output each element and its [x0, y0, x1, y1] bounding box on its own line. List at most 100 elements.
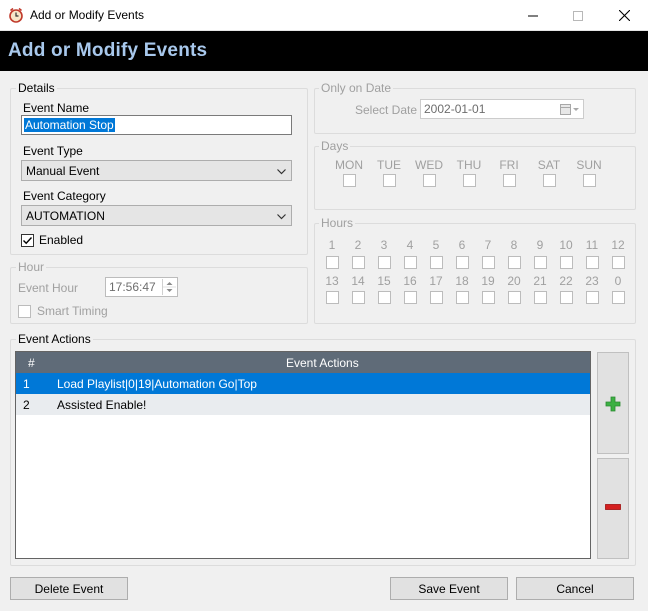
hour-legend: Hour [16, 260, 47, 274]
smart-timing-label: Smart Timing [37, 304, 108, 318]
hour-label-1: 1 [328, 238, 336, 252]
day-checkbox-wed[interactable] [423, 174, 436, 187]
hour-checkbox-14[interactable] [352, 291, 365, 304]
hour-checkbox-21[interactable] [534, 291, 547, 304]
select-date-label: Select Date [355, 103, 418, 117]
date-picker[interactable]: 2002-01-01 [420, 99, 584, 119]
day-checkbox-thu[interactable] [463, 174, 476, 187]
hour-label-5: 5 [432, 238, 440, 252]
minimize-icon [528, 15, 538, 16]
event-type-label: Event Type [23, 144, 83, 158]
hour-checkbox-23[interactable] [586, 291, 599, 304]
hour-label-9: 9 [536, 238, 544, 252]
hour-checkbox-13[interactable] [326, 291, 339, 304]
only-on-date-legend: Only on Date [319, 81, 394, 95]
event-name-label: Event Name [23, 101, 90, 115]
enabled-label: Enabled [39, 233, 84, 247]
day-checkbox-mon[interactable] [343, 174, 356, 187]
column-header-number[interactable]: # [28, 356, 35, 370]
hour-label-23: 23 [585, 274, 599, 288]
chevron-down-icon [277, 214, 286, 220]
hour-checkbox-16[interactable] [404, 291, 417, 304]
cancel-button[interactable]: Cancel [516, 577, 634, 600]
details-legend: Details [16, 81, 57, 95]
column-header-event-actions[interactable]: Event Actions [286, 356, 359, 370]
day-label-sat: SAT [537, 158, 561, 172]
hour-label-17: 17 [429, 274, 443, 288]
smart-timing-checkbox[interactable] [18, 305, 31, 318]
day-label-thu: THU [456, 158, 482, 172]
event-actions-legend: Event Actions [16, 332, 93, 346]
hour-checkbox-22[interactable] [560, 291, 573, 304]
chevron-down-icon [277, 169, 286, 175]
hour-checkbox-7[interactable] [482, 256, 495, 269]
hour-checkbox-0[interactable] [612, 291, 625, 304]
table-row[interactable]: 2 Assisted Enable! [16, 394, 590, 415]
hour-checkbox-17[interactable] [430, 291, 443, 304]
hour-label-14: 14 [351, 274, 365, 288]
hour-label-18: 18 [455, 274, 469, 288]
hour-checkbox-15[interactable] [378, 291, 391, 304]
event-name-value: Automation Stop [24, 118, 115, 132]
remove-action-button[interactable] [597, 458, 629, 559]
hour-label-11: 11 [585, 238, 599, 252]
table-row[interactable]: 1 Load Playlist|0|19|Automation Go|Top [16, 373, 590, 394]
day-label-fri: FRI [499, 158, 519, 172]
hour-checkbox-20[interactable] [508, 291, 521, 304]
minimize-button[interactable] [510, 0, 556, 31]
save-event-button[interactable]: Save Event [390, 577, 508, 600]
enabled-checkbox[interactable] [21, 234, 34, 247]
maximize-button[interactable] [555, 0, 601, 31]
alarm-clock-icon [8, 7, 24, 23]
hour-label-2: 2 [354, 238, 362, 252]
day-checkbox-tue[interactable] [383, 174, 396, 187]
minus-icon [605, 504, 621, 510]
hour-checkbox-18[interactable] [456, 291, 469, 304]
close-icon [618, 10, 630, 21]
event-type-select[interactable]: Manual Event [21, 160, 292, 181]
event-category-label: Event Category [23, 189, 106, 203]
day-label-wed: WED [415, 158, 443, 172]
close-button[interactable] [601, 0, 647, 31]
day-label-tue: TUE [377, 158, 401, 172]
event-category-value: AUTOMATION [26, 209, 105, 223]
hours-legend: Hours [319, 216, 356, 230]
hour-checkbox-5[interactable] [430, 256, 443, 269]
hour-checkbox-12[interactable] [612, 256, 625, 269]
hour-checkbox-3[interactable] [378, 256, 391, 269]
banner-title: Add or Modify Events [8, 40, 208, 61]
event-name-field[interactable]: Automation Stop [21, 115, 292, 135]
hour-label-13: 13 [325, 274, 339, 288]
grid-header: # Event Actions [16, 352, 590, 373]
day-checkbox-fri[interactable] [503, 174, 516, 187]
hour-label-4: 4 [406, 238, 414, 252]
hour-checkbox-1[interactable] [326, 256, 339, 269]
date-value: 2002-01-01 [424, 102, 486, 116]
hour-checkbox-8[interactable] [508, 256, 521, 269]
hour-checkbox-11[interactable] [586, 256, 599, 269]
plus-icon [605, 396, 621, 412]
row-number: 1 [23, 377, 30, 391]
event-actions-grid[interactable]: # Event Actions 1 Load Playlist|0|19|Aut… [15, 351, 591, 559]
hour-checkbox-2[interactable] [352, 256, 365, 269]
hour-label-15: 15 [377, 274, 391, 288]
checkmark-icon [23, 237, 33, 245]
hour-checkbox-19[interactable] [482, 291, 495, 304]
event-category-select[interactable]: AUTOMATION [21, 205, 292, 226]
hour-checkbox-9[interactable] [534, 256, 547, 269]
day-label-sun: SUN [576, 158, 602, 172]
hour-checkbox-10[interactable] [560, 256, 573, 269]
add-action-button[interactable] [597, 352, 629, 454]
day-checkbox-sun[interactable] [583, 174, 596, 187]
hour-label-7: 7 [484, 238, 492, 252]
hour-label-22: 22 [559, 274, 573, 288]
spin-arrows-icon [163, 282, 176, 292]
hour-checkbox-6[interactable] [456, 256, 469, 269]
delete-event-button[interactable]: Delete Event [10, 577, 128, 600]
spinner-arrows[interactable] [162, 279, 176, 295]
hour-checkbox-4[interactable] [404, 256, 417, 269]
event-hour-value: 17:56:47 [109, 280, 156, 294]
event-hour-spinner[interactable]: 17:56:47 [105, 277, 178, 297]
day-checkbox-sat[interactable] [543, 174, 556, 187]
hour-label-0: 0 [614, 274, 622, 288]
